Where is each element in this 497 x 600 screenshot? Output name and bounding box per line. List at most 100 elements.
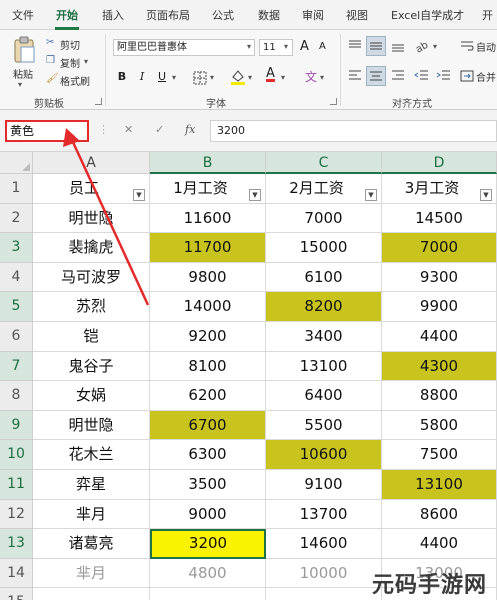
formula-input[interactable]: 3200 xyxy=(210,120,497,142)
italic-button[interactable]: I xyxy=(133,68,151,86)
align-top-icon[interactable] xyxy=(347,38,363,54)
borders-icon[interactable] xyxy=(193,70,207,85)
tab-view[interactable]: 视图 xyxy=(346,7,368,23)
tab-insert[interactable]: 插入 xyxy=(102,7,124,23)
header-cell-col-b[interactable]: 1月工资 ▼ xyxy=(150,174,266,204)
cell-salary[interactable]: 6400 xyxy=(266,381,382,411)
cut-icon[interactable]: ✂ xyxy=(46,37,54,48)
cell-salary[interactable]: 7000 xyxy=(266,203,382,234)
fill-color-icon[interactable] xyxy=(230,68,246,86)
cell-salary[interactable]: 6100 xyxy=(266,262,382,293)
tab-formulas[interactable]: 公式 xyxy=(212,7,234,23)
align-left-icon[interactable] xyxy=(347,68,363,84)
cell-salary[interactable]: 11700 xyxy=(150,233,266,263)
cell-employee-name[interactable]: 弈星 xyxy=(33,470,150,500)
column-header-b[interactable]: B xyxy=(150,152,266,174)
cell-employee-name[interactable]: 鬼谷子 xyxy=(33,351,150,382)
row-header-3[interactable]: 3 xyxy=(0,233,33,263)
cell-salary[interactable]: 7500 xyxy=(382,440,497,470)
cell-employee-name[interactable]: 铠 xyxy=(33,322,150,352)
clipboard-launcher-icon[interactable] xyxy=(95,98,102,105)
cell-salary[interactable]: 9900 xyxy=(382,292,497,322)
decrease-indent-icon[interactable] xyxy=(414,68,430,84)
underline-dropdown-icon[interactable]: ▾ xyxy=(172,73,176,82)
filter-dropdown-icon[interactable]: ▼ xyxy=(133,188,145,201)
name-box[interactable]: 黄色 xyxy=(5,120,89,142)
row-header-4[interactable]: 4 xyxy=(0,262,33,293)
align-right-icon[interactable] xyxy=(390,68,406,84)
increase-indent-icon[interactable] xyxy=(436,68,452,84)
row-header-2[interactable]: 2 xyxy=(0,203,33,234)
filter-dropdown-icon[interactable]: ▼ xyxy=(249,188,261,201)
row-header-14[interactable]: 14 xyxy=(0,558,33,589)
cell-salary[interactable]: 13700 xyxy=(266,499,382,530)
cell-salary[interactable]: 14600 xyxy=(266,529,382,559)
cell-salary[interactable]: 8100 xyxy=(150,351,266,382)
cell-salary[interactable]: 14500 xyxy=(382,203,497,234)
cell-salary[interactable]: 6300 xyxy=(150,440,266,470)
row-header-7[interactable]: 7 xyxy=(0,351,33,382)
phonetic-button[interactable]: 文 xyxy=(305,68,317,85)
font-name-select[interactable]: 阿里巴巴普惠体 xyxy=(113,39,255,56)
row-header-10[interactable]: 10 xyxy=(0,440,33,470)
align-middle-icon[interactable] xyxy=(366,36,386,56)
cell-salary[interactable]: 4400 xyxy=(382,529,497,559)
tab-page-layout[interactable]: 页面布局 xyxy=(146,7,190,23)
column-header-d[interactable]: D xyxy=(382,152,497,174)
insert-function-icon[interactable]: fx xyxy=(185,123,195,136)
cell-salary[interactable]: 8600 xyxy=(382,499,497,530)
row-header-11[interactable]: 11 xyxy=(0,470,33,500)
cell-salary[interactable]: 9200 xyxy=(150,322,266,352)
row-header-15[interactable]: 15 xyxy=(0,588,33,600)
merge-center-button[interactable]: 合并 xyxy=(476,69,496,84)
cell-employee-name[interactable]: 明世隐 xyxy=(33,410,150,441)
header-cell-col-d[interactable]: 3月工资 ▼ xyxy=(382,174,497,204)
cell-salary[interactable]: 15000 xyxy=(266,233,382,263)
filter-dropdown-icon[interactable]: ▼ xyxy=(365,188,377,201)
cell-salary[interactable]: 3500 xyxy=(150,470,266,500)
borders-dropdown-icon[interactable]: ▾ xyxy=(210,73,214,82)
tab-review[interactable]: 审阅 xyxy=(302,7,324,23)
cell-salary[interactable]: 6700 xyxy=(150,410,266,441)
cell-salary[interactable]: 9300 xyxy=(382,262,497,293)
wrap-text-button[interactable]: 自动 xyxy=(476,39,496,54)
cell-empty[interactable] xyxy=(33,588,150,600)
row-header-5[interactable]: 5 xyxy=(0,292,33,322)
row-header-6[interactable]: 6 xyxy=(0,322,33,352)
format-painter-button[interactable]: 格式刷 xyxy=(60,73,90,88)
align-bottom-icon[interactable] xyxy=(390,38,406,54)
tab-home[interactable]: 开始 xyxy=(56,7,78,23)
paste-dropdown-icon[interactable]: ▾ xyxy=(18,80,22,89)
row-header-8[interactable]: 8 xyxy=(0,381,33,411)
paste-button[interactable]: 粘贴 xyxy=(13,66,33,81)
cell-salary[interactable]: 4400 xyxy=(382,322,497,352)
cell-salary[interactable]: 4800 xyxy=(150,558,266,589)
cell-employee-name[interactable]: 诸葛亮 xyxy=(33,529,150,559)
font-launcher-icon[interactable] xyxy=(330,98,337,105)
cell-employee-name[interactable]: 苏烈 xyxy=(33,292,150,322)
grow-font-button[interactable]: A xyxy=(300,39,309,54)
copy-dropdown-icon[interactable]: ▾ xyxy=(84,57,88,66)
wrap-text-icon[interactable] xyxy=(460,38,474,52)
row-header-9[interactable]: 9 xyxy=(0,410,33,441)
cell-salary[interactable]: 13100 xyxy=(382,470,497,500)
cell-salary[interactable]: 10600 xyxy=(266,440,382,470)
cell-employee-name[interactable]: 芈月 xyxy=(33,558,150,589)
cell-salary[interactable]: 9000 xyxy=(150,499,266,530)
font-size-dropdown-icon[interactable]: ▾ xyxy=(284,42,288,51)
column-header-a[interactable]: A xyxy=(33,152,150,174)
tab-file[interactable]: 文件 xyxy=(12,7,34,23)
cell-salary[interactable]: 7000 xyxy=(382,233,497,263)
cell-salary[interactable]: 5800 xyxy=(382,410,497,441)
orientation-dropdown-icon[interactable]: ▾ xyxy=(433,42,437,51)
cell-employee-name[interactable]: 裴擒虎 xyxy=(33,233,150,263)
cell-salary[interactable]: 10000 xyxy=(266,558,382,589)
cell-employee-name[interactable]: 女娲 xyxy=(33,381,150,411)
cell-employee-name[interactable]: 芈月 xyxy=(33,499,150,530)
format-painter-icon[interactable]: 🖌 xyxy=(46,73,59,84)
merge-center-icon[interactable] xyxy=(460,68,474,82)
bold-button[interactable]: B xyxy=(113,68,131,86)
cell-employee-name[interactable]: 马可波罗 xyxy=(33,262,150,293)
cell-employee-name[interactable]: 明世隐 xyxy=(33,203,150,234)
cell-salary[interactable]: 8800 xyxy=(382,381,497,411)
